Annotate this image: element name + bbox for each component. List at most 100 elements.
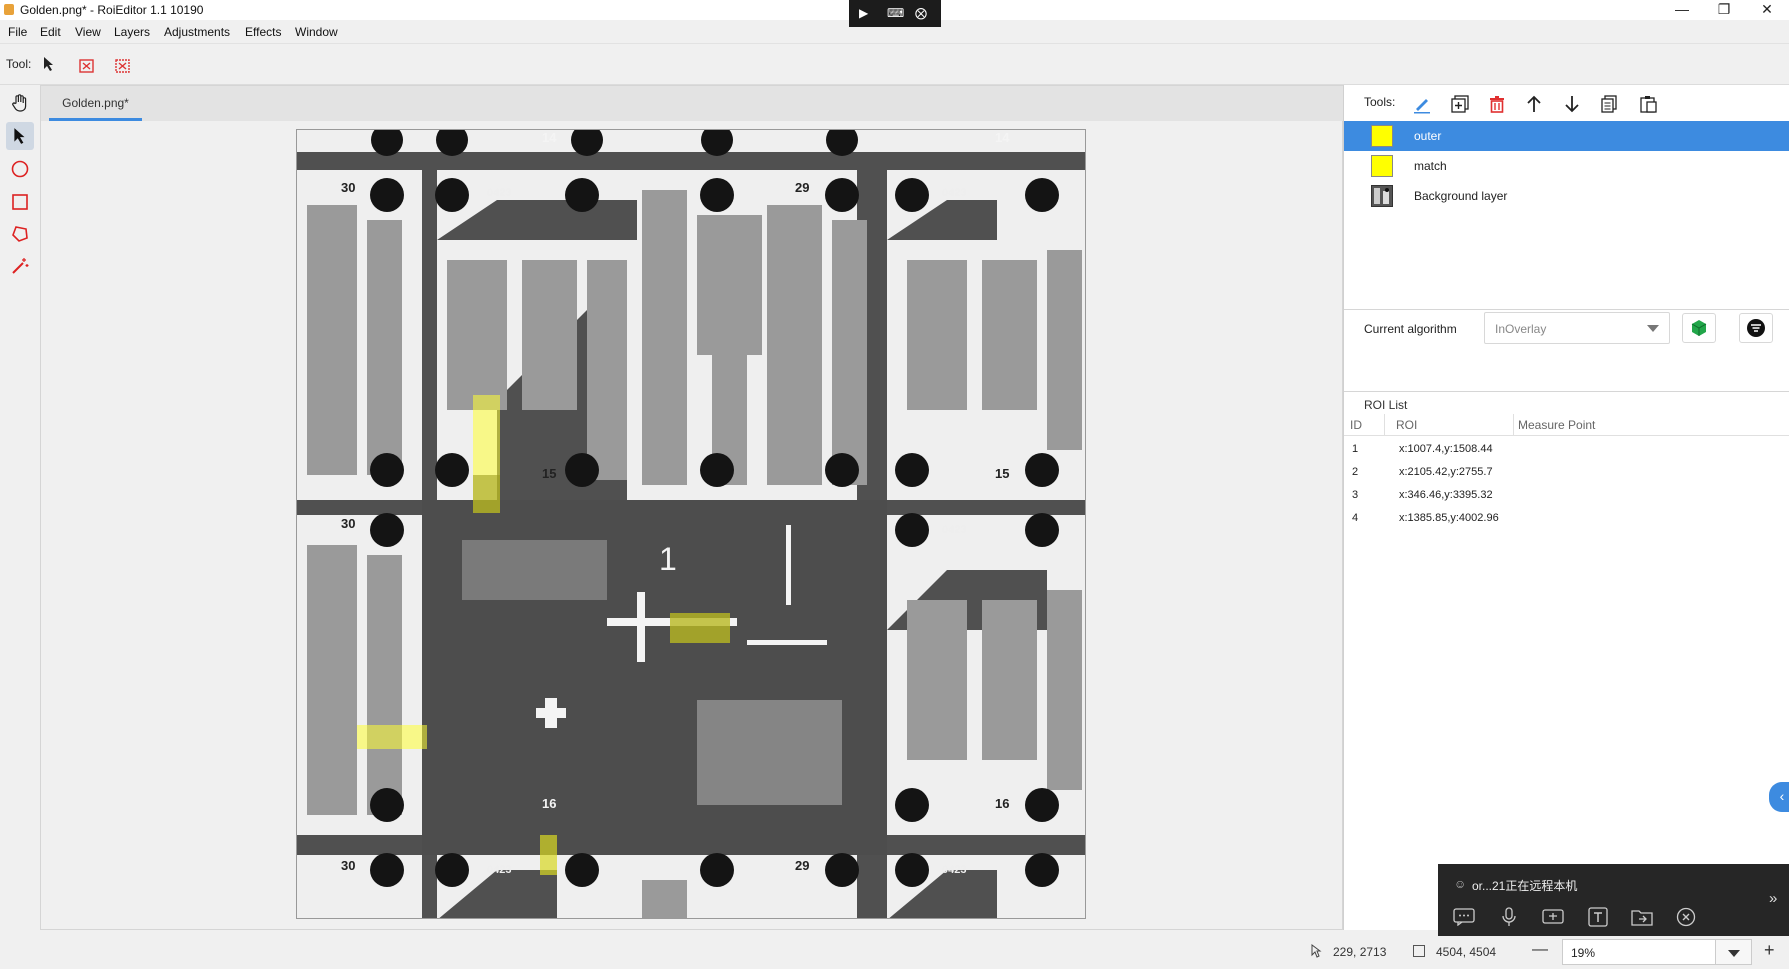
roi-coords: x:1007.4,y:1508.44 [1399, 443, 1493, 455]
move-up-icon[interactable] [1520, 90, 1548, 118]
chat-icon[interactable] [1452, 906, 1476, 928]
algorithm-select[interactable]: InOverlay [1484, 312, 1670, 344]
layer-name: outer [1414, 129, 1442, 143]
column-header-id[interactable]: ID [1350, 418, 1362, 432]
chevron-down-icon [1728, 950, 1740, 957]
menu-file[interactable]: File [8, 25, 27, 39]
zoom-dropdown-button[interactable] [1716, 939, 1752, 965]
delete-icon[interactable] [1483, 90, 1511, 118]
current-algorithm-label: Current algorithm [1364, 322, 1457, 336]
chevron-down-icon [1647, 325, 1659, 332]
status-bar: 229, 2713 4504, 4504 — 19% + [0, 936, 1789, 969]
folder-transfer-icon[interactable] [1630, 906, 1654, 928]
die-label: 29 [795, 180, 809, 195]
window-title: Golden.png* - RoiEditor 1.1 10190 [20, 3, 204, 17]
roi-list-title: ROI List [1364, 398, 1408, 412]
expand-icon[interactable]: » [1769, 890, 1777, 907]
separator [1344, 391, 1789, 392]
wafer-image: 1 14 14 30 29 15 15 30 16 30 29 16 0423 … [297, 130, 1085, 918]
roi-coords: x:2105.42,y:2755.7 [1399, 466, 1493, 478]
paste-icon[interactable] [1634, 90, 1662, 118]
roi-coords: x:346.46,y:3395.32 [1399, 489, 1493, 501]
roi-overlay[interactable] [357, 725, 427, 749]
roi-overlay[interactable] [473, 475, 500, 513]
add-layer-icon[interactable] [1446, 90, 1474, 118]
roi-coords: x:1385.85,y:4002.96 [1399, 512, 1499, 524]
zoom-in-button[interactable]: + [1764, 940, 1775, 961]
image-canvas[interactable]: 1 14 14 30 29 15 15 30 16 30 29 16 0423 … [296, 129, 1086, 919]
tool-bar: Tool: [0, 52, 400, 78]
minimize-button[interactable]: — [1660, 0, 1704, 20]
die-label: 15 [995, 466, 1009, 481]
circle-icon[interactable] [6, 155, 34, 183]
die-label: 16 [542, 796, 556, 811]
document-tab-bar: Golden.png* [41, 86, 1344, 121]
menu-window[interactable]: Window [295, 25, 338, 39]
green-cube-icon [1691, 320, 1707, 336]
die-label: 29 [795, 858, 809, 873]
polygon-icon[interactable] [6, 220, 34, 248]
layer-name: match [1414, 159, 1447, 173]
die-label: 0423 [942, 864, 966, 876]
close-button[interactable]: ✕ [1745, 0, 1789, 20]
document-tab[interactable]: Golden.png* [49, 89, 142, 121]
roi-overlay[interactable] [670, 613, 730, 643]
die-label-1: 1 [659, 541, 677, 577]
menu-adjustments[interactable]: Adjustments [164, 25, 230, 39]
zoom-out-button[interactable]: — [1532, 941, 1548, 959]
roi-table-row[interactable]: 4 x:1385.85,y:4002.96 [1344, 507, 1789, 530]
die-label: 0423 [942, 187, 966, 199]
move-down-icon[interactable] [1558, 90, 1586, 118]
algorithm-settings-button[interactable] [1739, 313, 1773, 343]
microphone-icon[interactable] [1497, 906, 1521, 928]
roi-id: 2 [1352, 466, 1359, 478]
clear-all-roi-icon[interactable] [114, 56, 132, 77]
pencil-icon[interactable] [1408, 90, 1436, 118]
die-label: 14 [542, 130, 557, 145]
roi-overlay[interactable] [540, 835, 557, 875]
roi-table-row[interactable]: 3 x:346.46,y:3395.32 [1344, 484, 1789, 507]
roi-table-row[interactable]: 1 x:1007.4,y:1508.44 [1344, 438, 1789, 461]
cursor-position: 229, 2713 [1333, 945, 1387, 959]
menu-effects[interactable]: Effects [245, 25, 281, 39]
menu-bar: File Edit View Layers Adjustments Effect… [0, 22, 1789, 42]
clear-roi-icon[interactable] [78, 56, 96, 77]
restore-button[interactable]: ❐ [1702, 0, 1746, 20]
cursor-position-icon [1310, 944, 1324, 961]
menu-view[interactable]: View [75, 25, 101, 39]
layer-item-background[interactable]: Background layer [1344, 181, 1789, 211]
rectangle-icon[interactable] [6, 188, 34, 216]
layer-item-outer[interactable]: outer [1344, 121, 1789, 151]
menu-edit[interactable]: Edit [40, 25, 61, 39]
image-size-icon [1413, 945, 1425, 957]
right-panel: Tools: outer match Background layer Curr… [1343, 85, 1789, 930]
roi-id: 4 [1352, 512, 1359, 524]
terminal-icon[interactable]: ▶ [859, 6, 868, 20]
die-label: 30 [341, 180, 355, 195]
tools-label: Tools: [1364, 95, 1396, 109]
text-icon[interactable] [1586, 906, 1610, 928]
column-header-measure-point[interactable]: Measure Point [1518, 418, 1595, 432]
copy-icon[interactable] [1595, 90, 1623, 118]
selected-tool-icon[interactable] [42, 56, 56, 75]
layer-item-match[interactable]: match [1344, 151, 1789, 181]
arrow-select-icon[interactable] [6, 122, 34, 150]
roi-overlay[interactable] [473, 395, 500, 475]
die-label: 0423 [487, 864, 511, 876]
filter-list-icon [1747, 319, 1765, 337]
magic-wand-icon[interactable] [6, 252, 34, 280]
screen-share-icon[interactable] [1541, 906, 1565, 928]
tool-label: Tool: [6, 57, 32, 71]
canvas-area: Golden.png* 1 14 14 30 29 15 15 30 16 30… [40, 85, 1344, 930]
close-circle-icon[interactable]: ⨂ [915, 6, 927, 20]
zoom-input[interactable]: 19% [1562, 939, 1716, 965]
keyboard-icon[interactable]: ⌨ [887, 6, 904, 20]
collapse-panel-button[interactable]: ‹ [1769, 782, 1789, 812]
layer-swatch [1371, 155, 1393, 177]
disconnect-icon[interactable] [1674, 906, 1698, 928]
hand-icon[interactable] [6, 89, 34, 117]
column-header-roi[interactable]: ROI [1396, 418, 1417, 432]
roi-table-row[interactable]: 2 x:2105.42,y:2755.7 [1344, 461, 1789, 484]
menu-layers[interactable]: Layers [114, 25, 150, 39]
run-algorithm-button[interactable] [1682, 313, 1716, 343]
